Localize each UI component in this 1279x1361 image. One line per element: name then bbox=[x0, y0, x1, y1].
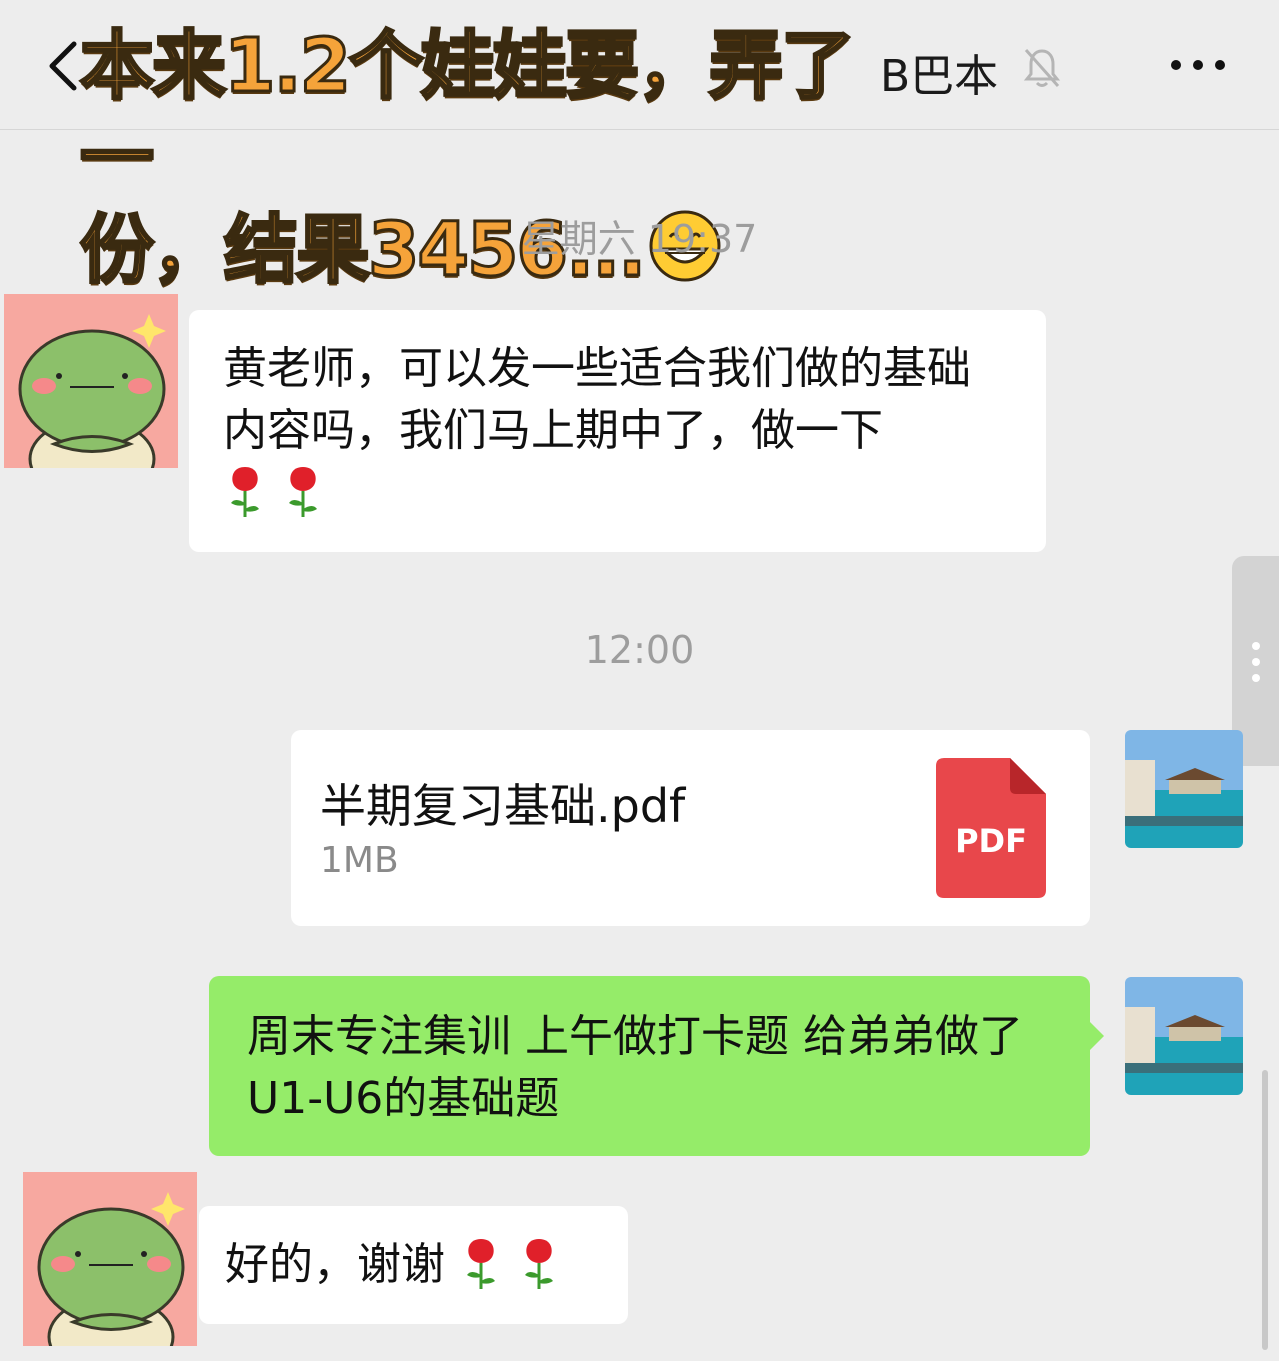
pdf-label: PDF bbox=[955, 822, 1027, 860]
scrollbar[interactable] bbox=[1262, 1070, 1268, 1350]
message-text: 好的，谢谢 bbox=[225, 1234, 602, 1296]
file-name: 半期复习基础.pdf bbox=[320, 779, 686, 833]
rose-icon bbox=[281, 463, 325, 519]
contact-avatar[interactable] bbox=[4, 294, 178, 468]
rose-icon bbox=[459, 1235, 503, 1291]
message-bubble-incoming[interactable]: 黄老师，可以发一些适合我们做的基础内容吗，我们马上期中了，做一下 bbox=[189, 310, 1046, 552]
message-text: 黄老师，可以发一些适合我们做的基础内容吗，我们马上期中了，做一下 bbox=[223, 338, 1012, 524]
rose-icon bbox=[223, 463, 267, 519]
bell-off-icon bbox=[1022, 46, 1062, 90]
message-bubble-incoming[interactable]: 好的，谢谢 bbox=[199, 1206, 628, 1324]
contact-avatar[interactable] bbox=[23, 1172, 197, 1346]
more-dots-icon[interactable] bbox=[1166, 50, 1230, 80]
bubble-tail bbox=[1090, 1022, 1104, 1050]
back-chevron-icon[interactable] bbox=[44, 36, 84, 96]
timestamp: 星期六 19:37 bbox=[521, 217, 758, 261]
timestamp: 12:00 bbox=[584, 628, 695, 672]
my-avatar[interactable] bbox=[1125, 977, 1243, 1095]
my-avatar[interactable] bbox=[1125, 730, 1243, 848]
file-size: 1MB bbox=[320, 840, 399, 881]
overlay-line-1: 本来1.2个娃娃要，弄了一 bbox=[78, 22, 856, 203]
message-bubble-outgoing[interactable]: 周末专注集训 上午做打卡题 给弟弟做了U1-U6的基础题 bbox=[209, 976, 1090, 1156]
message-text: 周末专注集训 上午做打卡题 给弟弟做了U1-U6的基础题 bbox=[247, 1011, 1023, 1124]
rose-icon bbox=[517, 1235, 561, 1291]
